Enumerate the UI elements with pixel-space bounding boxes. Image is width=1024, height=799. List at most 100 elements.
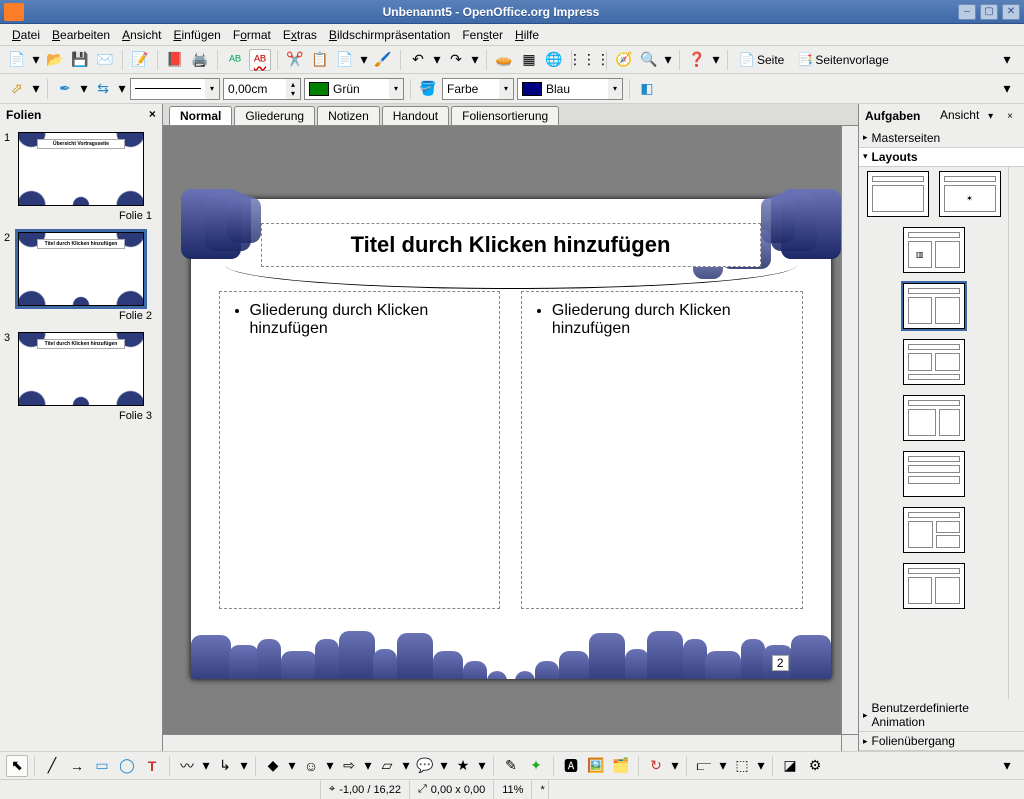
arrow-tool-icon[interactable]: → <box>66 755 88 777</box>
pointer-dropdown[interactable]: ▾ <box>31 78 41 100</box>
title-placeholder[interactable]: Titel durch Klicken hinzufügen <box>261 223 761 267</box>
menu-bildschirmpraesentation[interactable]: Bildschirmpräsentation <box>323 28 456 42</box>
menu-hilfe[interactable]: Hilfe <box>509 28 545 42</box>
cut-icon[interactable]: ✂️ <box>284 49 306 71</box>
align-icon[interactable]: ⫍ <box>693 755 715 777</box>
shadow-icon[interactable]: ◧ <box>636 78 658 100</box>
toolbar-overflow-icon[interactable]: ▾ <box>996 49 1018 71</box>
spellcheck-icon[interactable]: ᴬᴮ <box>224 49 246 71</box>
connector-tool-icon[interactable]: ↳ <box>214 755 236 777</box>
section-custom-animation[interactable]: ▸Benutzerdefinierte Animation <box>859 699 1024 732</box>
minimize-button[interactable]: – <box>958 4 976 20</box>
slide-thumb[interactable]: 2 Titel durch Klicken hinzufügen <box>4 232 158 306</box>
layout-thumb[interactable] <box>903 451 965 497</box>
menu-datei[interactable]: Datei <box>6 28 46 42</box>
menu-einfuegen[interactable]: Einfügen <box>167 28 226 42</box>
layouts-list[interactable]: ✶ ▥ <box>859 167 1008 700</box>
menu-ansicht[interactable]: Ansicht <box>116 28 167 42</box>
hyperlink-icon[interactable]: 🌐 <box>543 49 565 71</box>
layout-thumb[interactable] <box>867 171 929 217</box>
print-icon[interactable]: 🖨️ <box>189 49 211 71</box>
gallery-icon[interactable]: 🗂️ <box>610 755 632 777</box>
fill-bucket-icon[interactable]: 🪣 <box>417 78 439 100</box>
fill-type-select[interactable]: Farbe▾ <box>442 78 514 100</box>
layout-thumb[interactable] <box>903 283 965 329</box>
new-doc-dropdown[interactable]: ▾ <box>31 49 41 71</box>
slide-canvas[interactable]: Titel durch Klicken hinzufügen Gliederun… <box>163 126 858 751</box>
format-paintbrush-icon[interactable]: 🖌️ <box>372 49 394 71</box>
slide-thumb[interactable]: 1 Übersicht Vortragsseite <box>4 132 158 206</box>
pdf-export-icon[interactable]: 📕 <box>164 49 186 71</box>
flowchart-icon[interactable]: ▱ <box>376 755 398 777</box>
menu-format[interactable]: Format <box>227 28 277 42</box>
maximize-button[interactable]: ▢ <box>980 4 998 20</box>
slides-list[interactable]: 1 Übersicht Vortragsseite Folie 1 2 Tite… <box>0 126 162 751</box>
symbol-shapes-dropdown[interactable]: ▾ <box>325 755 335 777</box>
help-icon[interactable]: ❓ <box>686 49 708 71</box>
flowchart-dropdown[interactable]: ▾ <box>401 755 411 777</box>
layout-thumb[interactable] <box>903 339 965 385</box>
page-template-button[interactable]: 📑Seitenvorlage <box>792 49 893 71</box>
tasks-panel-close-icon[interactable]: × <box>1002 109 1018 125</box>
basic-shapes-dropdown[interactable]: ▾ <box>287 755 297 777</box>
fill-color-select[interactable]: Blau▾ <box>517 78 623 100</box>
gluepoints-icon[interactable]: ✦ <box>525 755 547 777</box>
line-color-select[interactable]: Grün▾ <box>304 78 404 100</box>
paste-dropdown[interactable]: ▾ <box>359 49 369 71</box>
tab-foliensortierung[interactable]: Foliensortierung <box>451 106 559 125</box>
outline-right-placeholder[interactable]: Gliederung durch Klicken hinzufügen <box>521 291 803 609</box>
status-zoom[interactable]: 11% <box>493 780 531 799</box>
zoom-icon[interactable]: 🔍 <box>638 49 660 71</box>
layout-thumb[interactable]: ✶ <box>939 171 1001 217</box>
line-pattern-select[interactable]: ▾ <box>130 78 220 100</box>
horizontal-scrollbar[interactable] <box>163 734 841 751</box>
layout-thumb[interactable] <box>903 395 965 441</box>
line-width-input[interactable]: 0,00cm▴▾ <box>223 78 301 100</box>
tasks-view-dropdown-icon[interactable]: ▾ <box>983 109 999 125</box>
navigator-icon[interactable]: 🧭 <box>613 49 635 71</box>
tasks-view-label[interactable]: Ansicht <box>940 108 979 122</box>
tab-handout[interactable]: Handout <box>382 106 449 125</box>
block-arrows-icon[interactable]: ⇨ <box>338 755 360 777</box>
slide[interactable]: Titel durch Klicken hinzufügen Gliederun… <box>191 199 831 679</box>
symbol-shapes-icon[interactable]: ☺ <box>300 755 322 777</box>
block-arrows-dropdown[interactable]: ▾ <box>363 755 373 777</box>
zoom-dropdown[interactable]: ▾ <box>663 49 673 71</box>
grid-icon[interactable]: ⋮⋮⋮ <box>578 49 600 71</box>
section-masterseiten[interactable]: ▸Masterseiten <box>859 129 1024 148</box>
drawing-overflow-icon[interactable]: ▾ <box>996 755 1018 777</box>
line-tool-icon[interactable]: ╱ <box>41 755 63 777</box>
copy-icon[interactable]: 📋 <box>309 49 331 71</box>
curve-tool-icon[interactable]: 〰 <box>176 755 198 777</box>
arrange-dropdown[interactable]: ▾ <box>756 755 766 777</box>
curve-dropdown[interactable]: ▾ <box>201 755 211 777</box>
open-icon[interactable]: 📂 <box>44 49 66 71</box>
vertical-scrollbar[interactable] <box>841 126 858 734</box>
new-doc-icon[interactable]: 📄 <box>6 49 28 71</box>
stars-dropdown[interactable]: ▾ <box>477 755 487 777</box>
from-file-icon[interactable]: 🖼️ <box>585 755 607 777</box>
rect-tool-icon[interactable]: ▭ <box>91 755 113 777</box>
close-button[interactable]: ✕ <box>1002 4 1020 20</box>
outline-left-placeholder[interactable]: Gliederung durch Klicken hinzufügen <box>219 291 501 609</box>
slides-panel-close-icon[interactable]: × <box>149 108 156 122</box>
arrange-icon[interactable]: ⬚ <box>731 755 753 777</box>
rotate-icon[interactable]: ↻ <box>645 755 667 777</box>
line-style-dropdown[interactable]: ▾ <box>79 78 89 100</box>
connector-dropdown[interactable]: ▾ <box>239 755 249 777</box>
paste-icon[interactable]: 📄 <box>334 49 356 71</box>
arrow-ends-dropdown[interactable]: ▾ <box>117 78 127 100</box>
ellipse-tool-icon[interactable]: ◯ <box>116 755 138 777</box>
toolbar2-overflow-icon[interactable]: ▾ <box>996 78 1018 100</box>
slide-thumb[interactable]: 3 Titel durch Klicken hinzufügen <box>4 332 158 406</box>
text-tool-icon[interactable]: T <box>141 755 163 777</box>
edit-doc-icon[interactable]: 📝 <box>129 49 151 71</box>
tab-notizen[interactable]: Notizen <box>317 106 380 125</box>
stars-icon[interactable]: ★ <box>452 755 474 777</box>
menu-bearbeiten[interactable]: Bearbeiten <box>46 28 116 42</box>
extrusion-icon[interactable]: ◪ <box>779 755 801 777</box>
tab-normal[interactable]: Normal <box>169 106 232 125</box>
layouts-scrollbar[interactable] <box>1008 167 1024 700</box>
redo-dropdown[interactable]: ▾ <box>470 49 480 71</box>
arrow-ends-icon[interactable]: ⇆ <box>92 78 114 100</box>
